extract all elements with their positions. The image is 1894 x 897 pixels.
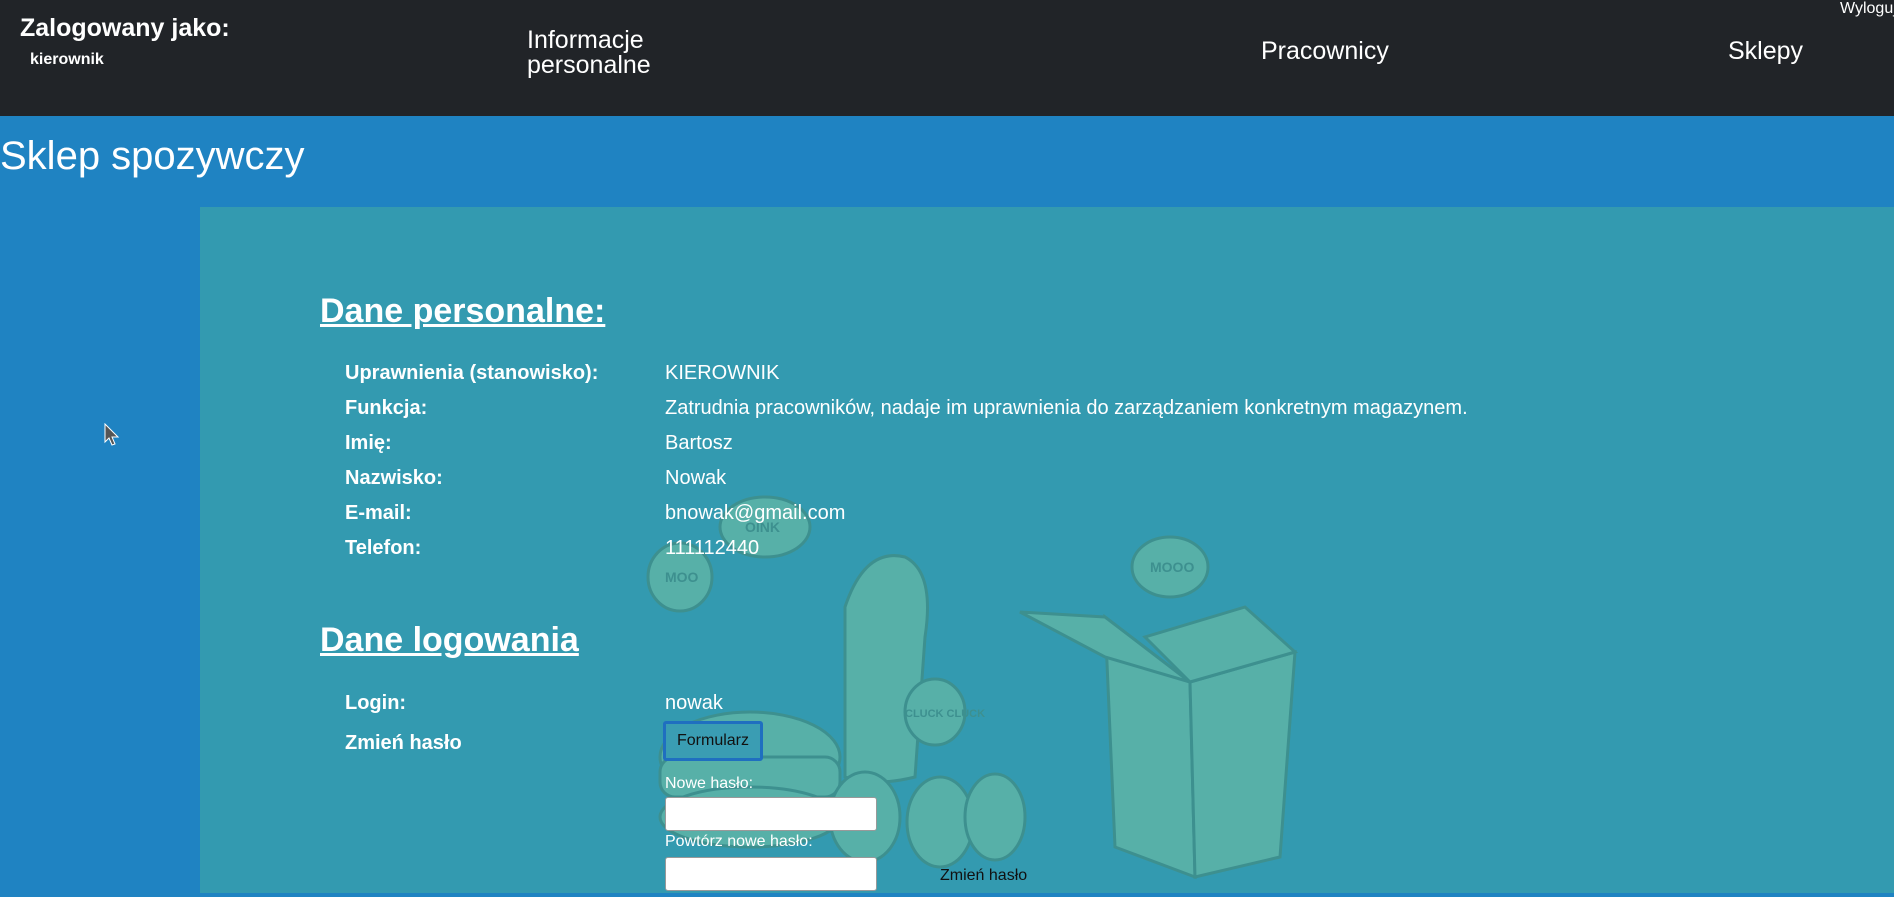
mouse-cursor-icon xyxy=(104,423,120,446)
cluck-text: CLUCK CLUCK xyxy=(905,708,985,720)
logout-link[interactable]: Wyloguj xyxy=(1840,0,1894,18)
form-button[interactable]: Formularz xyxy=(663,721,763,761)
last-name-label: Nazwisko: xyxy=(345,467,443,489)
phone-label: Telefon: xyxy=(345,537,422,559)
permissions-label: Uprawnienia (stanowisko): xyxy=(345,362,599,384)
logged-as-label: Zalogowany jako: xyxy=(20,14,230,42)
permissions-value: KIEROWNIK xyxy=(665,362,780,384)
change-password-button[interactable]: Zmień hasło xyxy=(940,867,1027,885)
phone-value: 111112440 xyxy=(665,537,760,559)
nav-shops[interactable]: Sklepy xyxy=(1728,39,1803,64)
last-name-value: Nowak xyxy=(665,467,727,489)
change-password-label: Zmień hasło xyxy=(345,732,462,754)
email-label: E-mail: xyxy=(345,502,412,524)
nav-personal-info[interactable]: Informacje personalne xyxy=(527,28,687,78)
repeat-password-label: Powtórz nowe hasło: xyxy=(665,833,813,850)
function-label: Funkcja: xyxy=(345,397,428,419)
top-navbar: Zalogowany jako: kierownik Informacje pe… xyxy=(0,0,1894,116)
login-data-heading: Dane logowania xyxy=(320,621,579,659)
nav-workers[interactable]: Pracownicy xyxy=(1261,39,1389,64)
personal-data-heading: Dane personalne: xyxy=(320,292,606,330)
new-password-label: Nowe hasło: xyxy=(665,775,754,792)
main-content: OINK MOO CLUCK CLUCK MOOO Dane personaln… xyxy=(200,207,1894,893)
repeat-password-input[interactable] xyxy=(665,857,877,891)
email-value: bnowak@gmail.com xyxy=(665,502,846,524)
new-password-input[interactable] xyxy=(665,797,877,831)
site-title: Sklep spozywczy xyxy=(0,134,305,178)
first-name-label: Imię: xyxy=(345,432,392,454)
first-name-value: Bartosz xyxy=(665,432,733,454)
login-value: nowak xyxy=(665,692,723,714)
logged-username: kierownik xyxy=(30,51,104,68)
function-value: Zatrudnia pracowników, nadaje im uprawni… xyxy=(665,397,1468,419)
login-label: Login: xyxy=(345,692,407,714)
moo-text: MOO xyxy=(665,569,699,585)
mooo-text: MOOO xyxy=(1150,559,1194,575)
